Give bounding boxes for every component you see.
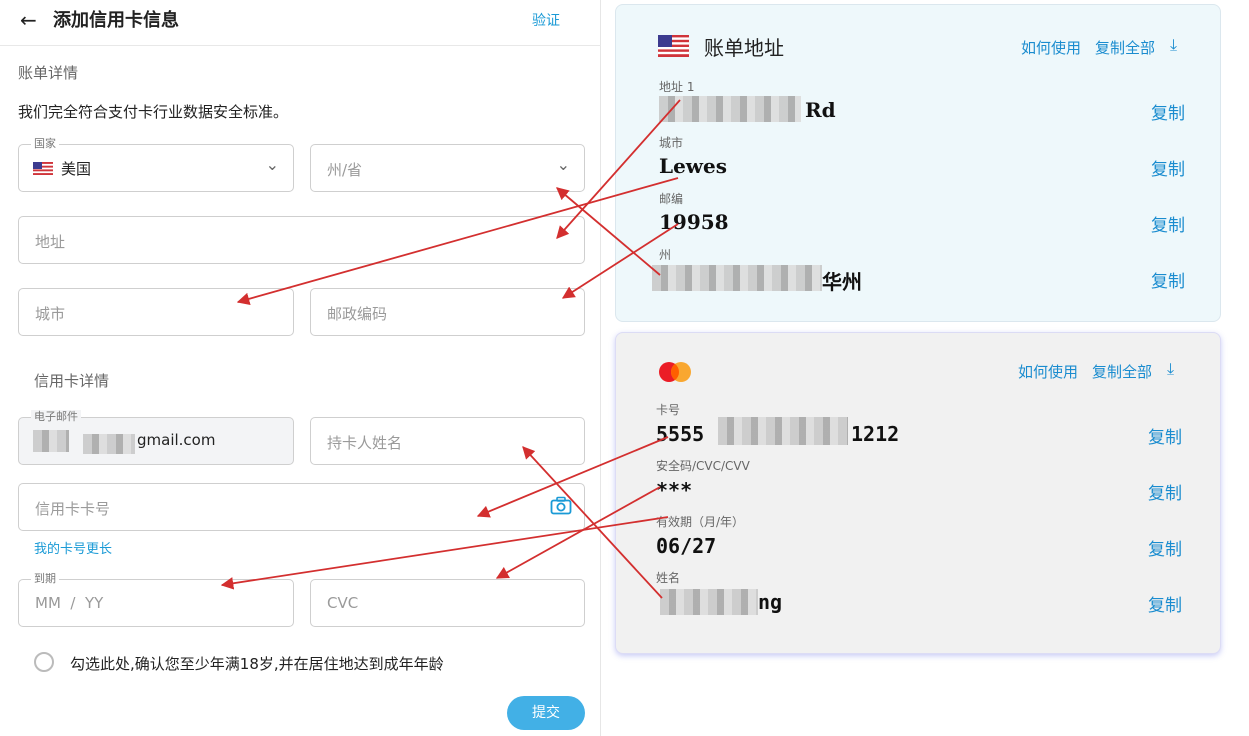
payment-card: 如何使用 复制全部 ⤓ 卡号 5555 1212 复制 安全码/CVC/CVV … [615, 332, 1221, 654]
chevron-down-icon: ⌄ [265, 155, 279, 174]
country-value: 美国 [61, 160, 92, 178]
billing-card-title: 账单地址 [704, 36, 784, 60]
copy-address1-button[interactable]: 复制 [1151, 99, 1185, 124]
copy-zip-button[interactable]: 复制 [1151, 211, 1185, 236]
download-icon[interactable]: ⤓ [1167, 359, 1174, 379]
cvc-placeholder: CVC [327, 594, 359, 612]
card-section-label: 信用卡详情 [34, 372, 110, 390]
expiry-label: 有效期（月/年） [656, 515, 745, 529]
age-confirm-radio[interactable] [34, 652, 54, 672]
billing-section-label: 账单详情 [18, 64, 79, 82]
copy-all-link[interactable]: 复制全部 [1092, 361, 1152, 382]
zip-input[interactable]: 邮政编码 [310, 288, 585, 336]
us-flag-icon [33, 162, 53, 175]
form-header: ← 添加信用卡信息 验证 [0, 0, 601, 46]
city-value: Lewes [659, 154, 727, 178]
redacted-block [718, 417, 848, 445]
download-icon[interactable]: ⤓ [1170, 35, 1177, 55]
state-select[interactable]: 州/省 ⌄ [310, 144, 585, 192]
redacted-block [83, 434, 135, 454]
expiry-placeholder: MM / YY [35, 594, 104, 612]
name-label: 姓名 [656, 571, 681, 585]
cardholder-name-input[interactable]: 持卡人姓名 [310, 417, 585, 465]
expiry-legend: 到期 [31, 572, 59, 586]
redacted-block [652, 265, 822, 291]
us-flag-icon [658, 35, 689, 57]
country-select[interactable]: 国家 美国 ⌄ [18, 137, 294, 192]
card-number-end: 1212 [851, 422, 900, 446]
expiry-value: 06/27 [656, 534, 717, 558]
address-input[interactable]: 地址 [18, 216, 585, 264]
state-value: 华州 [822, 270, 862, 294]
credit-card-form: ← 添加信用卡信息 验证 账单详情 我们完全符合支付卡行业数据安全标准。 国家 … [0, 0, 601, 736]
city-placeholder: 城市 [35, 305, 66, 323]
age-confirm-label: 勾选此处,确认您至少年满18岁,并在居住地达到成年年龄 [70, 655, 444, 673]
address-placeholder: 地址 [35, 233, 66, 251]
redacted-block [33, 430, 69, 452]
zip-label: 邮编 [659, 192, 684, 206]
redacted-block [660, 589, 758, 615]
city-input[interactable]: 城市 [18, 288, 294, 336]
copy-name-button[interactable]: 复制 [1148, 591, 1182, 616]
cvc-label: 安全码/CVC/CVV [656, 459, 750, 473]
email-legend: 电子邮件 [31, 410, 81, 424]
redacted-block [659, 96, 801, 122]
billing-address-card: 账单地址 如何使用 复制全部 ⤓ 地址 1 Rd 复制 城市 Lewes 复制 … [615, 4, 1221, 322]
camera-icon[interactable] [550, 496, 572, 516]
zip-value: 19958 [659, 210, 729, 234]
email-input[interactable]: 电子邮件 gmail.com [18, 410, 294, 465]
copy-state-button[interactable]: 复制 [1151, 267, 1185, 292]
copy-all-link[interactable]: 复制全部 [1095, 37, 1155, 58]
page-title: 添加信用卡信息 [53, 10, 179, 31]
email-value: gmail.com [137, 431, 216, 449]
chevron-down-icon: ⌄ [556, 155, 570, 174]
submit-button[interactable]: 提交 [507, 696, 585, 730]
expiry-input[interactable]: 到期 MM / YY [18, 572, 294, 627]
back-arrow-icon[interactable]: ← [20, 8, 37, 32]
name-value: ng [758, 590, 783, 614]
how-to-use-link[interactable]: 如何使用 [1021, 37, 1081, 58]
city-label: 城市 [659, 136, 684, 150]
country-legend: 国家 [31, 137, 59, 151]
compliance-text: 我们完全符合支付卡行业数据安全标准。 [18, 103, 289, 121]
longer-card-number-link[interactable]: 我的卡号更长 [34, 538, 112, 557]
address1-label: 地址 1 [659, 80, 695, 94]
copy-city-button[interactable]: 复制 [1151, 155, 1185, 180]
state-placeholder: 州/省 [327, 161, 363, 179]
card-number-label: 卡号 [656, 403, 681, 417]
cardholder-placeholder: 持卡人姓名 [327, 434, 403, 452]
verify-link[interactable]: 验证 [532, 10, 560, 30]
how-to-use-link[interactable]: 如何使用 [1018, 361, 1078, 382]
card-number-placeholder: 信用卡卡号 [35, 500, 111, 518]
copy-card-number-button[interactable]: 复制 [1148, 423, 1182, 448]
copy-expiry-button[interactable]: 复制 [1148, 535, 1182, 560]
state-label: 州 [659, 248, 672, 262]
card-number-start: 5555 [656, 422, 705, 446]
address1-value: Rd [805, 98, 836, 122]
card-number-input[interactable]: 信用卡卡号 [18, 483, 585, 531]
cvc-value: *** [656, 478, 693, 502]
mastercard-icon [659, 362, 691, 382]
copy-cvc-button[interactable]: 复制 [1148, 479, 1182, 504]
cvc-input[interactable]: CVC [310, 579, 585, 627]
screenshot-root: ← 添加信用卡信息 验证 账单详情 我们完全符合支付卡行业数据安全标准。 国家 … [0, 0, 1249, 736]
zip-placeholder: 邮政编码 [327, 305, 388, 323]
